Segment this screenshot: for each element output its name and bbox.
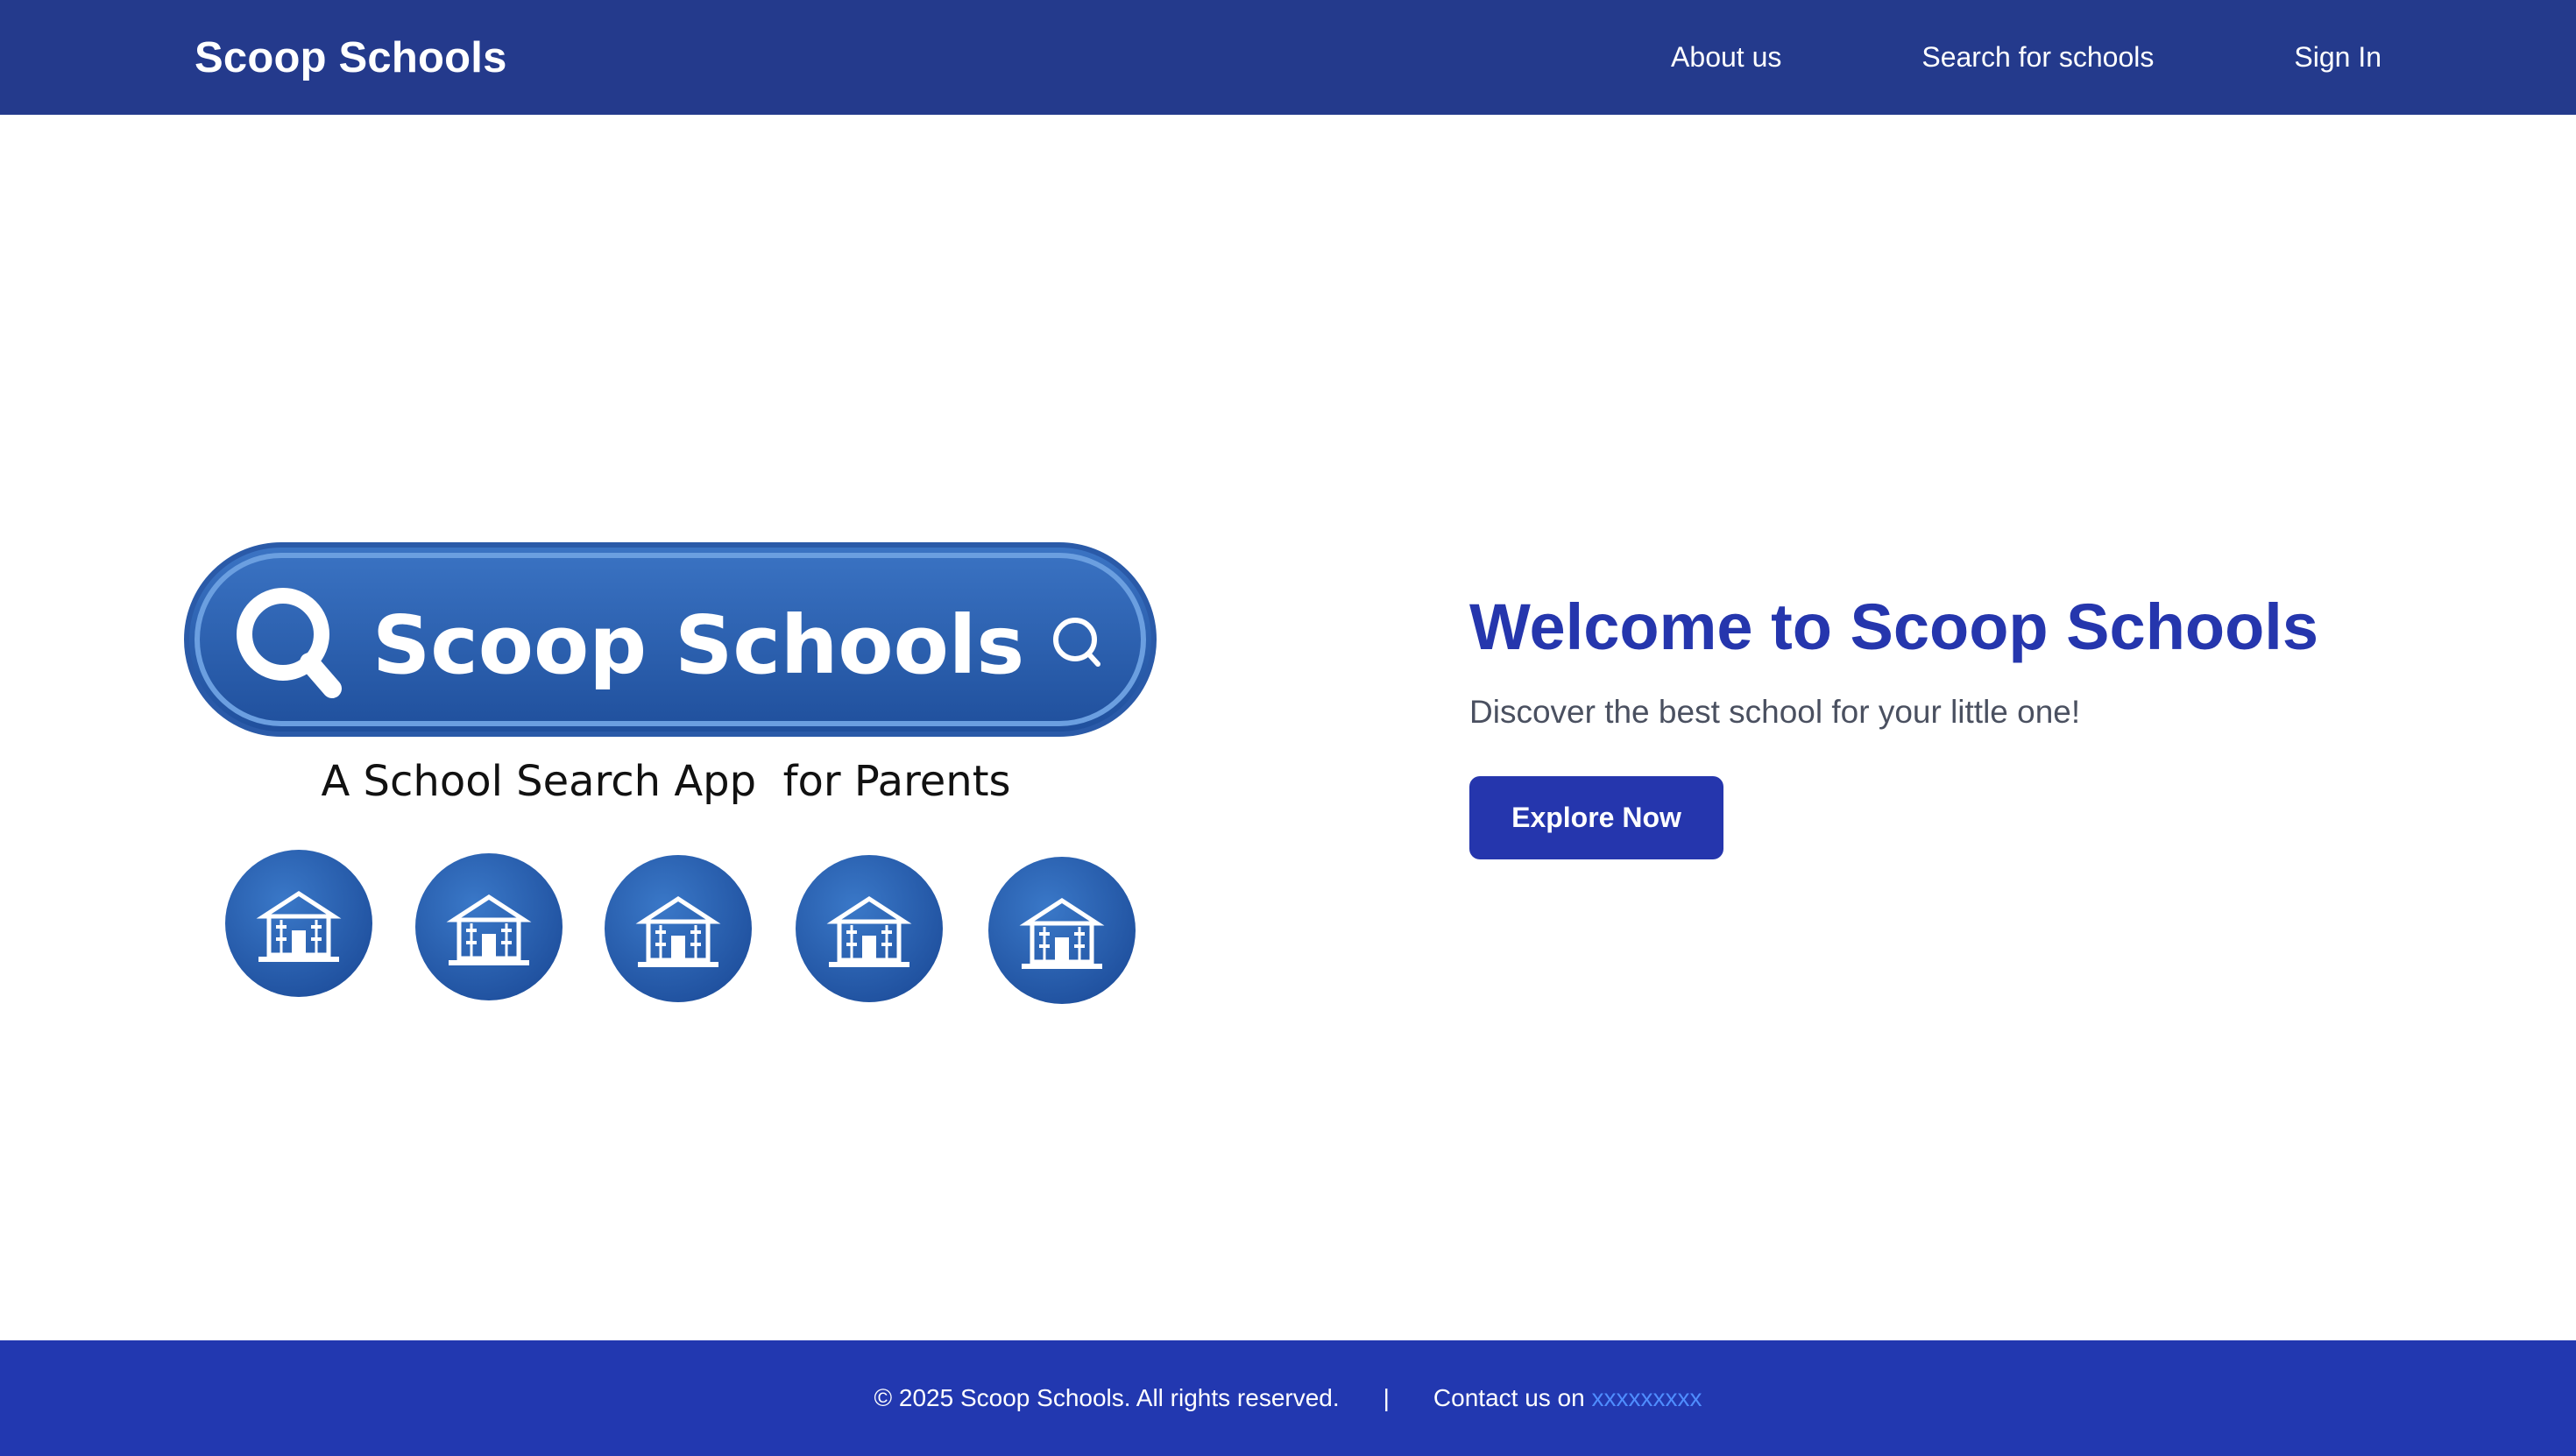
nav-links: About us Search for schools Sign In	[1671, 0, 2381, 115]
school-circle-1	[225, 850, 372, 997]
nav-search-for-schools[interactable]: Search for schools	[1921, 41, 2154, 74]
footer-contact: Contact us on xxxxxxxxx	[1433, 1384, 1702, 1412]
brand-logo-text[interactable]: Scoop Schools	[195, 0, 507, 115]
hero-logo-image: Scoop Schools A School Search App for Pa…	[180, 473, 1170, 1113]
school-circle-4	[796, 855, 943, 1002]
hero-subtitle: Discover the best school for your little…	[1469, 694, 2081, 730]
footer-contact-prefix: Contact us on	[1433, 1384, 1592, 1411]
nav-about-us[interactable]: About us	[1671, 41, 1781, 74]
school-circle-5	[988, 857, 1136, 1004]
footer-separator: |	[1383, 1384, 1390, 1411]
hero-title: Welcome to Scoop Schools	[1469, 590, 2319, 663]
school-circle-2	[415, 853, 563, 1000]
top-navbar: Scoop Schools About us Search for school…	[0, 0, 2576, 115]
nav-sign-in[interactable]: Sign In	[2294, 41, 2381, 74]
hero-section: Welcome to Scoop Schools Discover the be…	[1469, 589, 2433, 859]
footer-contact-link[interactable]: xxxxxxxxx	[1591, 1384, 1702, 1411]
logo-title: Scoop Schools	[372, 598, 1024, 692]
footer-copyright: © 2025 Scoop Schools. All rights reserve…	[874, 1384, 1340, 1411]
school-circle-3	[605, 855, 752, 1002]
logo-tagline: A School Search App for Parents	[321, 757, 1010, 806]
explore-now-button[interactable]: Explore Now	[1469, 776, 1723, 859]
footer: © 2025 Scoop Schools. All rights reserve…	[0, 1340, 2576, 1456]
